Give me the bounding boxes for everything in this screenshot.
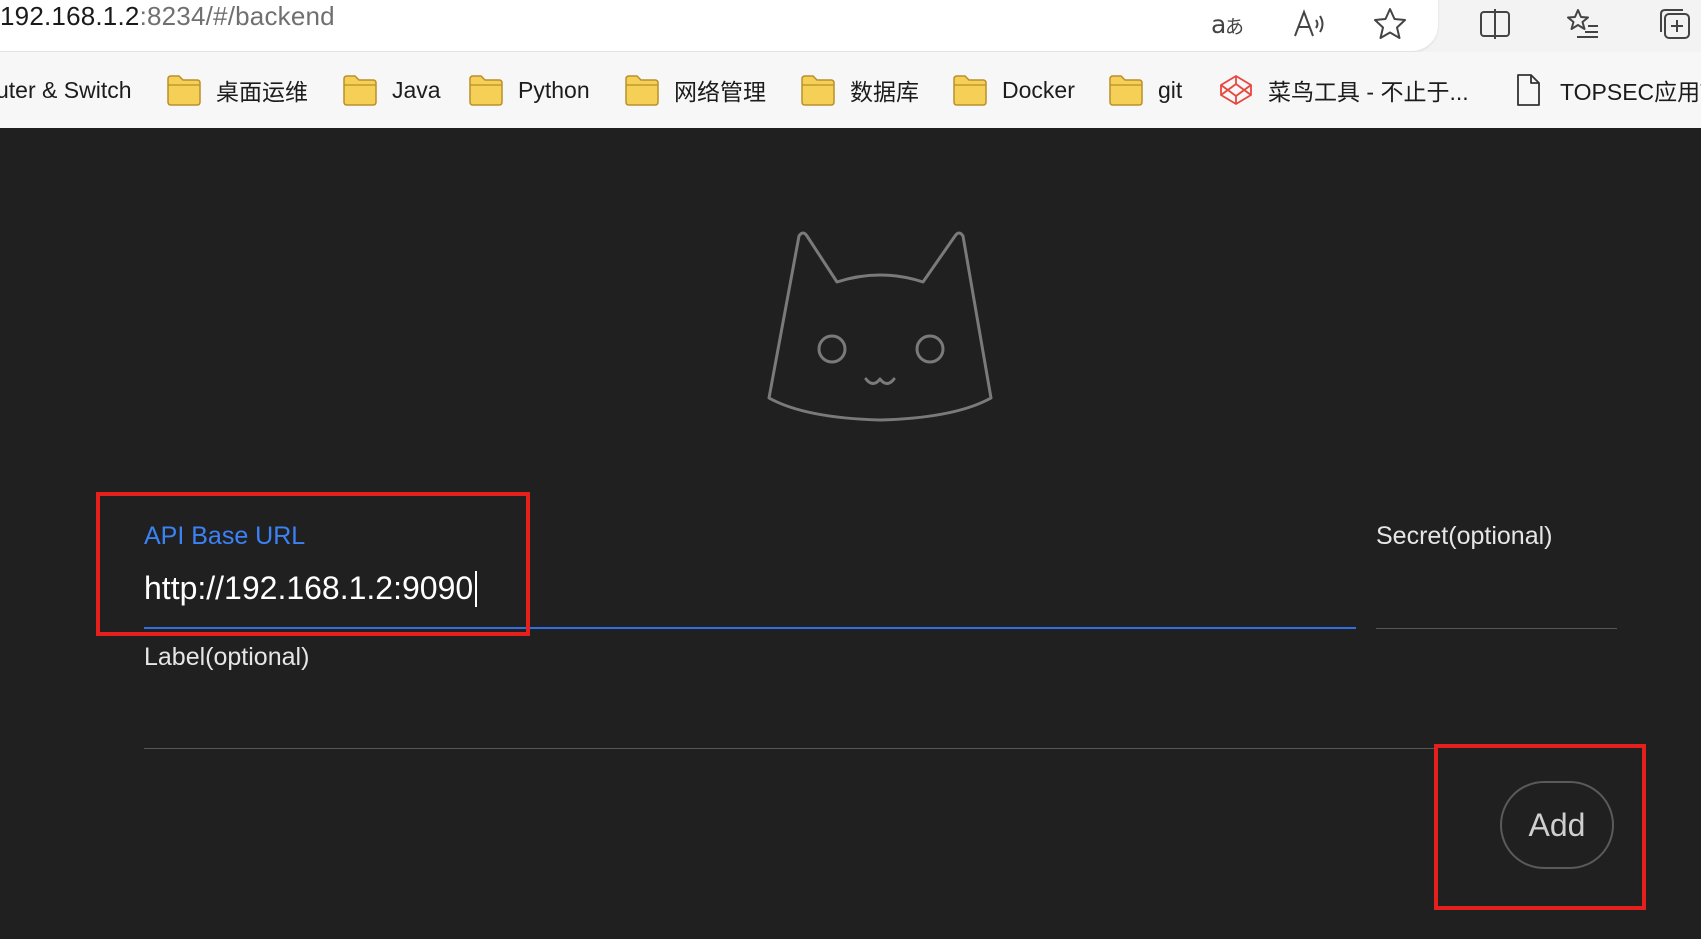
bookmark-label: Java [392, 76, 441, 103]
label-underline [144, 748, 1434, 749]
secret-label: Secret(optional) [1376, 522, 1553, 550]
secret-underline [1376, 628, 1617, 629]
favorites-list-icon[interactable] [1563, 4, 1603, 44]
secret-input[interactable] [1376, 564, 1617, 628]
backend-setup-page: API Base URL http://192.168.1.2:9090 Sec… [0, 128, 1701, 939]
bookmark-label: TOPSEC应用T [1560, 79, 1701, 105]
read-aloud-icon[interactable] [1290, 4, 1330, 44]
url-host: 192.168.1.2 [0, 1, 140, 31]
bookmark-runoob-tools[interactable]: 菜鸟工具 - 不止于... [1218, 72, 1469, 108]
bookmark-label: Docker [1002, 76, 1075, 103]
highlight-box-add-button [1434, 744, 1646, 910]
bookmark-router-switch[interactable]: uter & Switch [0, 72, 132, 108]
bookmark-folder-java[interactable]: Java [342, 72, 441, 108]
bookmark-folder-docker[interactable]: Docker [952, 72, 1075, 108]
favorite-star-icon[interactable] [1370, 4, 1410, 44]
bookmark-label: Python [518, 76, 590, 103]
folder-icon [166, 73, 202, 107]
bookmark-label: 菜鸟工具 - 不止于... [1268, 79, 1469, 105]
bookmark-folder-database[interactable]: 数据库 [800, 72, 919, 108]
bookmark-folder-python[interactable]: Python [468, 72, 590, 108]
page-icon [1510, 73, 1546, 107]
codepen-icon [1218, 73, 1254, 107]
folder-icon [342, 73, 378, 107]
folder-icon [800, 73, 836, 107]
split-screen-icon[interactable] [1475, 4, 1515, 44]
browser-toolbar: 192.168.1.2:8234/#/backend aあ [0, 0, 1701, 52]
bookmark-folder-desktop-ops[interactable]: 桌面运维 [166, 72, 308, 108]
bookmark-label: 网络管理 [674, 79, 766, 105]
cat-face-icon [765, 228, 995, 428]
svg-text:あ: あ [1225, 16, 1244, 38]
folder-icon [952, 73, 988, 107]
bookmark-topsec[interactable]: TOPSEC应用T [1510, 72, 1701, 108]
bookmark-folder-network[interactable]: 网络管理 [624, 72, 766, 108]
label-field-label: Label(optional) [144, 643, 310, 671]
bookmarks-bar: uter & Switch 桌面运维 Java Python 网络管理 数据库 … [0, 52, 1701, 128]
bookmark-folder-git[interactable]: git [1108, 72, 1182, 108]
folder-icon [468, 73, 504, 107]
collections-icon[interactable] [1653, 4, 1693, 44]
bookmark-label: uter & Switch [0, 76, 132, 103]
bookmark-label: 数据库 [850, 79, 919, 105]
folder-icon [1108, 73, 1144, 107]
bookmark-label: 桌面运维 [216, 79, 308, 105]
label-input[interactable] [144, 684, 1434, 748]
bookmark-label: git [1158, 76, 1183, 103]
folder-icon [624, 73, 660, 107]
translate-icon[interactable]: aあ [1208, 4, 1248, 44]
highlight-box-api-url [96, 492, 530, 636]
url-path: :8234/#/backend [139, 1, 335, 31]
address-url[interactable]: 192.168.1.2:8234/#/backend [0, 1, 335, 31]
